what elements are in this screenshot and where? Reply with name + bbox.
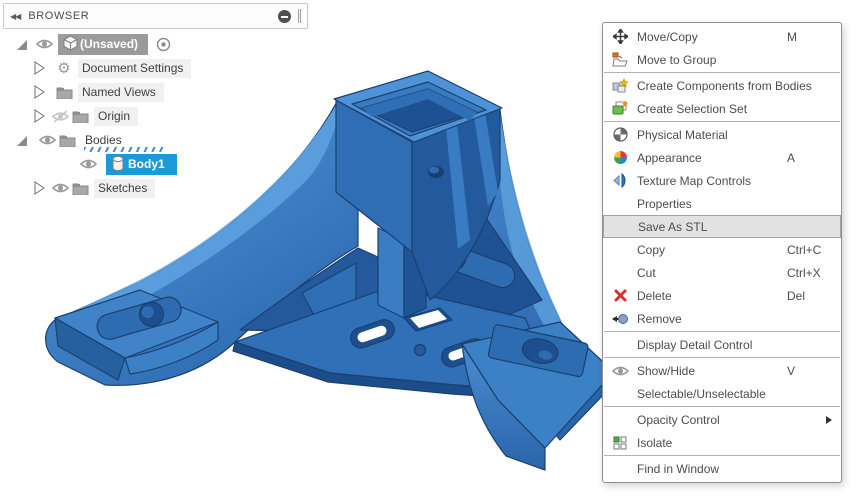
menu-item-save-as-stl[interactable]: Save As STL [603,215,841,238]
color-wheel-icon [603,150,637,165]
shortcut: Ctrl+X [787,265,821,280]
tree-item-label[interactable]: Sketches [94,178,156,198]
tree-item-bodies[interactable]: Bodies [14,130,164,152]
move-to-group-folder-icon [603,52,637,67]
activate-radio-icon[interactable] [153,35,173,53]
shortcut: Ctrl+C [787,242,822,257]
tree-item-label: Body1 [128,156,165,171]
tree-item-sketches[interactable]: Sketches [32,178,156,198]
menu-item-isolate[interactable]: Isolate [603,431,841,454]
tree-item-label[interactable]: Document Settings [78,58,192,78]
tree-item-body1[interactable]: Body1 [78,153,177,175]
selection-set-icon [603,101,637,116]
create-components-icon [603,78,637,93]
tree-item-named-views[interactable]: Named Views [32,82,164,102]
child-selected-hatch [84,147,164,152]
menu-item-properties[interactable]: Properties [603,192,841,215]
eye-visible-icon[interactable] [78,155,98,173]
expand-collapse-icon[interactable] [14,37,28,51]
body-cylinder-icon [108,155,128,173]
eye-visible-icon[interactable] [50,179,70,197]
menu-item-display-detail-control[interactable]: Display Detail Control [603,333,841,356]
menu-item-remove[interactable]: Remove [603,307,841,330]
shortcut: M [787,29,797,44]
component-cube-icon [60,35,80,53]
menu-item-move-to-group[interactable]: Move to Group [603,48,841,71]
expand-arrow-icon[interactable] [32,181,46,195]
menu-separator [604,72,840,73]
menu-item-opacity-control[interactable]: Opacity Control [603,408,841,431]
material-sphere-icon [603,127,637,142]
eye-hidden-icon[interactable] [50,107,70,125]
expand-arrow-icon[interactable] [32,109,46,123]
menu-item-cut[interactable]: Cut Ctrl+X [603,261,841,284]
menu-separator [604,455,840,456]
folder-icon [70,107,90,125]
context-menu: Move/Copy M Move to Group Create Compone… [602,22,842,483]
tree-item-label[interactable]: Named Views [78,82,164,102]
menu-separator [604,331,840,332]
tree-item-label: (Unsaved) [80,36,139,51]
menu-item-create-selection-set[interactable]: Create Selection Set [603,97,841,120]
tree-item-label[interactable]: Origin [94,106,139,126]
menu-item-find-in-window[interactable]: Find in Window [603,457,841,480]
tree-item-unsaved-root[interactable]: (Unsaved) [14,33,173,55]
folder-icon [54,83,74,101]
eye-visible-icon[interactable] [34,35,54,53]
shortcut: A [787,150,796,165]
panel-resize-grip-icon[interactable] [298,9,301,23]
menu-item-copy[interactable]: Copy Ctrl+C [603,238,841,261]
menu-item-create-components-from-bodies[interactable]: Create Components from Bodies [603,74,841,97]
expand-collapse-icon[interactable] [14,133,28,147]
expand-arrow-icon[interactable] [32,85,46,99]
shortcut: Del [787,288,806,303]
menu-item-texture-map-controls[interactable]: Texture Map Controls [603,169,841,192]
eye-icon [603,365,637,377]
shortcut: V [787,363,796,378]
tree-item-document-settings[interactable]: ⚙ Document Settings [32,58,192,78]
menu-item-physical-material[interactable]: Physical Material [603,123,841,146]
selected-body-label[interactable]: Body1 [106,153,177,175]
folder-icon [70,179,90,197]
menu-item-selectable-unselectable[interactable]: Selectable/Unselectable [603,382,841,405]
application-canvas: ◀◀ BROWSER (Unsaved) ⚙ Document Settings… [0,0,860,500]
texture-map-icon [603,173,637,188]
browser-panel-title: BROWSER [28,10,90,22]
menu-item-move-copy[interactable]: Move/Copy M [603,25,841,48]
browser-panel-header[interactable]: ◀◀ BROWSER [3,3,308,29]
menu-separator [604,121,840,122]
tree-item-origin[interactable]: Origin [32,106,139,126]
eye-visible-icon[interactable] [37,131,57,149]
gear-icon: ⚙ [57,59,71,77]
isolate-grid-icon [603,436,637,450]
folder-icon [57,131,77,149]
menu-separator [604,357,840,358]
menu-item-appearance[interactable]: Appearance A [603,146,841,169]
move-arrows-icon [603,29,637,44]
expand-arrow-icon[interactable] [32,61,46,75]
root-component-label[interactable]: (Unsaved) [58,33,149,55]
menu-separator [604,406,840,407]
minimize-panel-icon[interactable] [278,9,291,23]
menu-item-delete[interactable]: Delete Del [603,284,841,307]
submenu-arrow-icon [826,415,832,424]
remove-arrow-icon [603,313,637,325]
menu-item-show-hide[interactable]: Show/Hide V [603,359,841,382]
bracket-body[interactable] [45,70,615,471]
delete-x-icon [603,289,637,302]
collapse-panel-icon[interactable]: ◀◀ [10,12,21,21]
